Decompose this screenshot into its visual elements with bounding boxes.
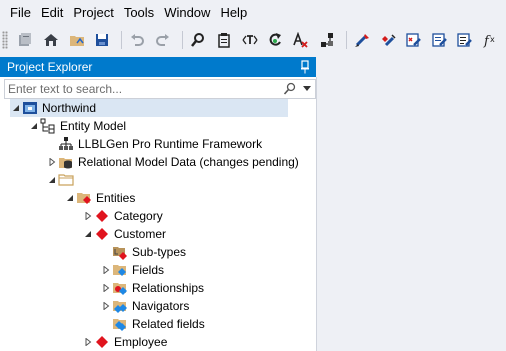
open-project-icon[interactable]	[40, 29, 62, 51]
tree-node-subtypes[interactable]: Sub-types	[100, 243, 186, 261]
home-icon[interactable]	[66, 29, 88, 51]
entity-model-icon	[40, 118, 56, 134]
search-input[interactable]	[8, 81, 278, 96]
rename-icon[interactable]	[239, 29, 261, 51]
edit-doc-icon[interactable]	[429, 29, 451, 51]
toolbar-separator	[121, 31, 123, 49]
menu-help[interactable]: Help	[215, 0, 252, 26]
entity-icon	[94, 226, 110, 242]
expand-arrow-icon[interactable]	[100, 297, 112, 315]
tree-node-framework[interactable]: LLBLGen Pro Runtime Framework	[46, 135, 262, 153]
tree-node-label: Entity Model	[60, 119, 127, 133]
edit-model-icon[interactable]	[403, 29, 425, 51]
tree-node-label: Navigators	[132, 299, 190, 313]
entities-folder-icon	[76, 190, 92, 206]
svg-text:x: x	[490, 35, 495, 44]
tree-node-employee[interactable]: Employee	[82, 333, 167, 351]
pin-icon[interactable]	[299, 60, 311, 74]
collapse-arrow-icon[interactable]	[46, 171, 58, 189]
subtypes-icon	[112, 244, 128, 260]
menu-window[interactable]: Window	[159, 0, 215, 26]
tree-node-label: Northwind	[42, 101, 97, 115]
tree-node-relationships[interactable]: Relationships	[100, 279, 204, 297]
tree-node-label: Relationships	[132, 281, 205, 295]
refresh-icon[interactable]	[265, 29, 287, 51]
tree-node-label: LLBLGen Pro Runtime Framework	[78, 137, 263, 151]
tree-node-related-fields[interactable]: Related fields	[100, 315, 205, 333]
edit-list-icon[interactable]	[454, 29, 476, 51]
relational-data-icon	[58, 154, 74, 170]
no-expander	[46, 135, 58, 153]
no-expander	[100, 315, 112, 333]
related-fields-icon	[112, 316, 128, 332]
expand-arrow-icon[interactable]	[46, 153, 58, 171]
relationships-folder-icon	[112, 280, 128, 296]
tree-node-category[interactable]: Category	[82, 207, 163, 225]
tree-node-fields[interactable]: Fields	[100, 261, 164, 279]
fields-folder-icon	[112, 262, 128, 278]
search-icon[interactable]	[283, 82, 297, 96]
collapse-arrow-icon[interactable]	[28, 117, 40, 135]
expand-arrow-icon[interactable]	[100, 261, 112, 279]
menu-project[interactable]: Project	[68, 0, 118, 26]
tree-node-navigators[interactable]: Navigators	[100, 297, 189, 315]
expand-arrow-icon[interactable]	[82, 207, 94, 225]
menu-file[interactable]: File	[0, 0, 36, 26]
search-dropdown-arrow[interactable]	[303, 86, 311, 91]
search-box	[4, 79, 316, 99]
new-project-icon[interactable]	[14, 29, 36, 51]
tree-node-label: Customer	[114, 227, 167, 241]
find-icon[interactable]	[187, 29, 209, 51]
function-icon[interactable]: fx	[480, 29, 502, 51]
entity-icon	[94, 334, 110, 350]
menu-edit[interactable]: Edit	[36, 0, 68, 26]
collapse-arrow-icon[interactable]	[10, 99, 22, 117]
expand-arrow-icon[interactable]	[82, 333, 94, 351]
tree-node-entity-model[interactable]: Entity Model	[28, 117, 126, 135]
clipboard-icon[interactable]	[213, 29, 235, 51]
toolbar-separator	[182, 31, 184, 49]
toolbar-grip[interactable]	[2, 31, 8, 49]
project-explorer-header: Project Explorer	[0, 57, 316, 77]
collapse-arrow-icon[interactable]	[64, 189, 76, 207]
undo-icon[interactable]	[126, 29, 148, 51]
folder-icon	[58, 172, 74, 188]
navigators-folder-icon	[112, 298, 128, 314]
tree-node-project[interactable]: Northwind	[10, 99, 288, 117]
tree-node-label: Employee	[114, 335, 168, 349]
framework-icon	[58, 136, 74, 152]
relations-icon[interactable]	[316, 29, 338, 51]
tree-node-label: Category	[114, 209, 163, 223]
project-icon	[22, 100, 38, 116]
tree-node-label: Related fields	[132, 317, 205, 331]
tree-node-folder[interactable]	[46, 171, 78, 189]
redo-icon[interactable]	[152, 29, 174, 51]
no-expander	[100, 243, 112, 261]
entity-icon	[94, 208, 110, 224]
tree-node-label: Entities	[96, 191, 136, 205]
tree-node-label: Sub-types	[132, 245, 187, 259]
project-explorer-title: Project Explorer	[7, 60, 93, 74]
edit-entity-icon[interactable]	[377, 29, 399, 51]
text-style-icon[interactable]	[290, 29, 312, 51]
tree-node-label: Relational Model Data (changes pending)	[78, 155, 299, 169]
expand-arrow-icon[interactable]	[100, 279, 112, 297]
menu-bar: File Edit Project Tools Window Help	[0, 0, 506, 26]
tree-node-label: Fields	[132, 263, 165, 277]
designer-icon[interactable]	[351, 29, 373, 51]
toolbar-separator	[346, 31, 348, 49]
tree-node-customer[interactable]: Customer	[82, 225, 166, 243]
tree-node-relational-data[interactable]: Relational Model Data (changes pending)	[46, 153, 299, 171]
menu-tools[interactable]: Tools	[119, 0, 159, 26]
save-icon[interactable]	[91, 29, 113, 51]
collapse-arrow-icon[interactable]	[82, 225, 94, 243]
tree-node-entities[interactable]: Entities	[64, 189, 135, 207]
toolbar: fx	[0, 28, 506, 52]
